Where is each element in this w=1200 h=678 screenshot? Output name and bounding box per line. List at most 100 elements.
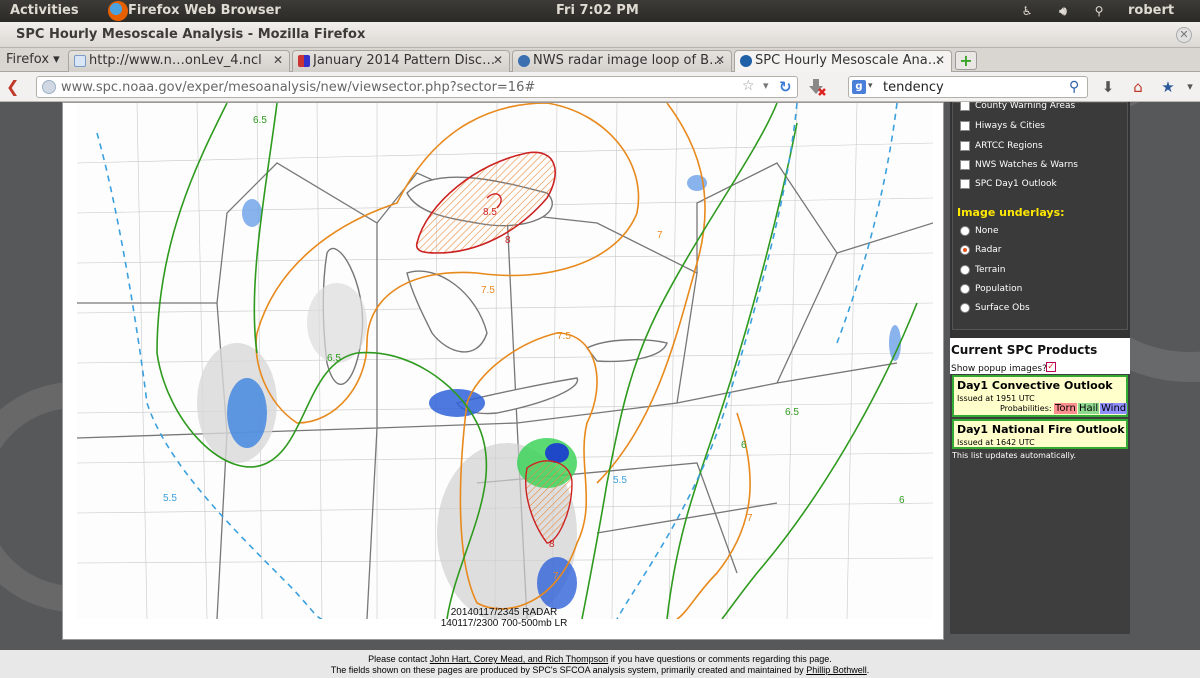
tab-close-icon[interactable]: ✕ xyxy=(715,53,725,67)
product-card-fire-outlook[interactable]: Day1 National Fire Outlook Issued at 164… xyxy=(952,419,1128,449)
product-title[interactable]: Day1 Convective Outlook xyxy=(957,379,1113,392)
product-issued: Issued at 1951 UTC xyxy=(957,394,1035,403)
layer-checkbox-watches[interactable] xyxy=(960,160,970,170)
window-titlebar: SPC Hourly Mesoscale Analysis - Mozilla … xyxy=(0,22,1200,48)
map-panel: 6.5 5.5 6.5 8 8.5 7.5 7 7.5 6.5 6 7 6 8 … xyxy=(62,102,944,640)
layer-checkbox-cwa[interactable] xyxy=(960,102,970,111)
contour-label: 6.5 xyxy=(253,115,267,126)
network-icon[interactable]: ⚲ xyxy=(1092,4,1106,18)
contour-label: 5.5 xyxy=(163,493,177,504)
layer-label: County Warning Areas xyxy=(975,102,1076,111)
layer-checkbox-day1[interactable] xyxy=(960,179,970,189)
page-icon xyxy=(74,55,86,67)
home-icon[interactable]: ⌂ xyxy=(1128,78,1148,96)
clock[interactable]: Fri 7:02 PM xyxy=(556,3,639,18)
contour-label: 7.5 xyxy=(557,331,571,342)
nws-icon xyxy=(518,55,530,67)
firefox-logo-icon xyxy=(108,1,128,21)
toolbar-menu-dropdown-icon[interactable]: ▾ xyxy=(1180,78,1200,96)
footer-text: Please contact xyxy=(368,654,428,664)
user-menu[interactable]: robert xyxy=(1128,3,1174,18)
reload-icon[interactable]: ↻ xyxy=(779,78,792,96)
tab-close-icon[interactable]: ✕ xyxy=(493,53,503,67)
search-query[interactable]: tendency xyxy=(883,80,944,95)
maintainer-link[interactable]: Phillip Bothwell xyxy=(806,665,867,675)
underlay-label: None xyxy=(975,226,999,236)
underlay-radio-none[interactable] xyxy=(960,226,970,236)
tab-label: http://www.n…onLev_4.ncl xyxy=(89,53,262,68)
footer-line-1: Please contact John Hart, Corey Mead, an… xyxy=(0,654,1200,665)
contour-label: 8.5 xyxy=(483,207,497,218)
page-footer: Please contact John Hart, Corey Mead, an… xyxy=(0,654,1200,676)
contour-label: 6 xyxy=(741,440,747,451)
search-box[interactable]: g ▾ tendency ⚲ xyxy=(848,76,1088,98)
products-heading: Current SPC Products xyxy=(951,343,1098,357)
underlay-radio-radar[interactable] xyxy=(960,245,970,255)
window-close-button[interactable]: ✕ xyxy=(1176,27,1192,43)
contour-label: 7 xyxy=(657,230,663,241)
window-title: SPC Hourly Mesoscale Analysis - Mozilla … xyxy=(16,27,366,42)
underlay-radio-surface-obs[interactable] xyxy=(960,303,970,313)
contour-label: 6 xyxy=(899,495,905,506)
underlay-label: Population xyxy=(975,284,1023,294)
layer-label: NWS Watches & Warns xyxy=(975,160,1078,170)
contour-label: 8 xyxy=(505,235,511,246)
updates-note: This list updates automatically. xyxy=(952,451,1077,460)
url-bar[interactable]: www.spc.noaa.gov/exper/mesoanalysis/new/… xyxy=(36,76,798,98)
popup-images-checkbox[interactable]: ✓ xyxy=(1046,362,1056,372)
hail-probability-link[interactable]: Hail xyxy=(1078,403,1100,414)
search-icon[interactable]: ⚲ xyxy=(1069,79,1079,95)
layer-checkbox-hiways[interactable] xyxy=(960,121,970,131)
products-list: Day1 Convective Outlook Issued at 1951 U… xyxy=(950,374,1130,634)
tab-nws-radar[interactable]: NWS radar image loop of B… ✕ xyxy=(512,50,732,72)
engine-dropdown-icon[interactable]: ▾ xyxy=(868,81,873,91)
tab-pattern-discussion[interactable]: January 2014 Pattern Disc… ✕ xyxy=(292,50,510,72)
new-tab-button[interactable]: + xyxy=(955,51,977,70)
url-text[interactable]: www.spc.noaa.gov/exper/mesoanalysis/new/… xyxy=(61,80,535,95)
download-stop-icon[interactable] xyxy=(806,77,828,97)
map-caption: 20140117/2345 RADAR 140117/2300 700-500m… xyxy=(63,607,945,629)
product-title[interactable]: Day1 National Fire Outlook xyxy=(957,423,1125,436)
app-menu-name[interactable]: Firefox Web Browser xyxy=(128,3,281,18)
footer-text: if you have questions or comments regard… xyxy=(610,654,832,664)
noaa-icon xyxy=(740,55,752,67)
accessibility-icon[interactable]: ♿ xyxy=(1020,4,1034,18)
tab-close-icon[interactable]: ✕ xyxy=(935,53,945,67)
bookmark-star-icon[interactable]: ☆ xyxy=(742,78,755,94)
tab-spc-mesoanalysis[interactable]: SPC Hourly Mesoscale Ana… ✕ xyxy=(734,50,952,72)
sidebar: County Warning Areas Hiways & Cities ART… xyxy=(950,102,1130,634)
underlay-radio-population[interactable] xyxy=(960,284,970,294)
footer-text: The fields shown on these pages are prod… xyxy=(330,665,804,675)
product-card-convective-outlook[interactable]: Day1 Convective Outlook Issued at 1951 U… xyxy=(952,375,1128,417)
underlay-radio-terrain[interactable] xyxy=(960,265,970,275)
tab-strip: Firefox ▾ http://www.n…onLev_4.ncl ✕ Jan… xyxy=(0,48,1200,72)
back-arrow-icon[interactable]: ❮ xyxy=(6,77,19,96)
site-identity-icon[interactable] xyxy=(42,80,56,94)
contour-label: 7.5 xyxy=(481,285,495,296)
wind-probability-link[interactable]: Wind xyxy=(1100,403,1128,414)
tab-ncl[interactable]: http://www.n…onLev_4.ncl ✕ xyxy=(68,50,290,72)
contour-label: 7 xyxy=(747,513,753,524)
probabilities-label: Probabilities: xyxy=(1000,404,1052,413)
map-layers-panel: County Warning Areas Hiways & Cities ART… xyxy=(952,102,1128,330)
torn-probability-link[interactable]: Torn xyxy=(1054,403,1077,414)
contour-label: 7 xyxy=(553,571,559,582)
product-issued: Issued at 1642 UTC xyxy=(957,438,1035,447)
contour-label: 8 xyxy=(549,539,555,550)
underlays-heading: Image underlays: xyxy=(957,206,1065,219)
history-dropdown-icon[interactable]: ▾ xyxy=(763,79,769,92)
google-engine-icon[interactable]: g xyxy=(852,80,866,94)
volume-icon[interactable]: 🔊︎ xyxy=(1056,4,1070,18)
tab-close-icon[interactable]: ✕ xyxy=(273,53,283,67)
tab-label: SPC Hourly Mesoscale Ana… xyxy=(755,53,941,68)
firefox-menu-button[interactable]: Firefox ▾ xyxy=(6,52,60,67)
contacts-link[interactable]: John Hart, Corey Mead, and Rich Thompson xyxy=(430,654,608,664)
layer-checkbox-artcc[interactable] xyxy=(960,141,970,151)
footer-text: . xyxy=(866,665,870,675)
layer-label: SPC Day1 Outlook xyxy=(975,179,1057,189)
footer-line-2: The fields shown on these pages are prod… xyxy=(0,665,1200,676)
mesoanalysis-map[interactable]: 6.5 5.5 6.5 8 8.5 7.5 7 7.5 6.5 6 7 6 8 … xyxy=(76,102,934,623)
bookmarks-icon[interactable]: ★ xyxy=(1158,78,1178,96)
downloads-icon[interactable]: ⬇ xyxy=(1098,78,1118,96)
activities-button[interactable]: Activities xyxy=(10,3,79,18)
